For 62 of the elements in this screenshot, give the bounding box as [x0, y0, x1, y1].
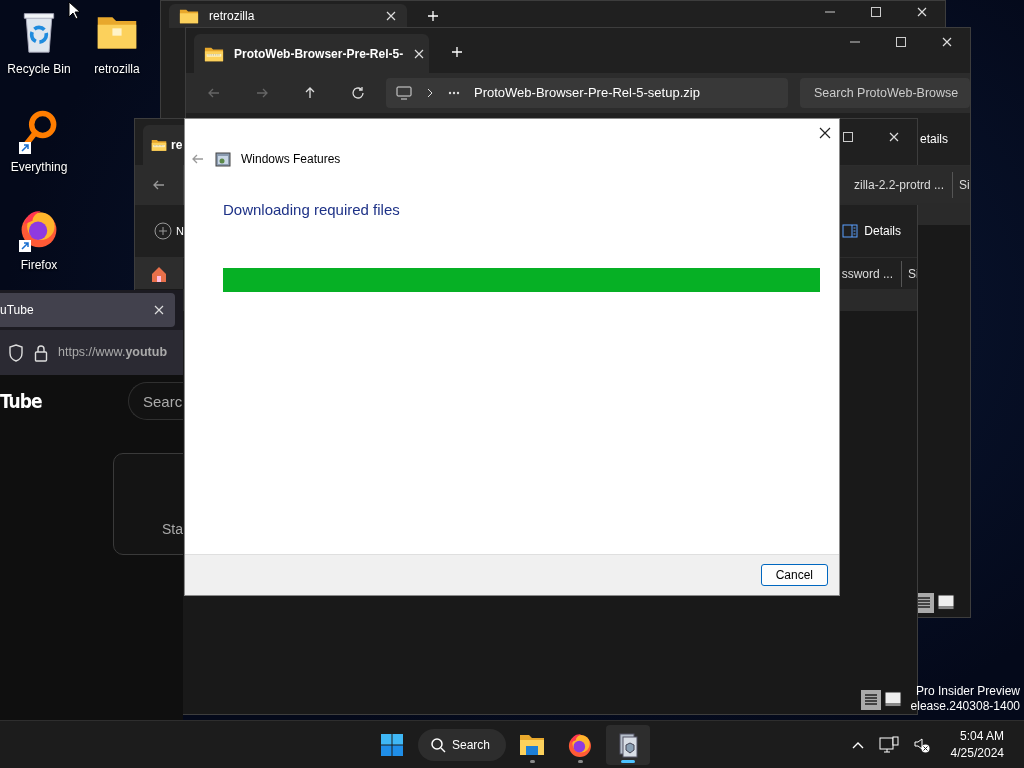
search-field[interactable]: Search ProtoWeb-Browse [800, 78, 970, 108]
column-header[interactable]: Si [901, 260, 917, 287]
window-tab[interactable]: retrozilla [169, 4, 407, 28]
maximize-icon[interactable] [895, 36, 907, 48]
folder-icon [179, 7, 199, 25]
back-arrow-icon[interactable] [207, 86, 221, 100]
search-button[interactable]: Search [418, 728, 507, 761]
close-icon[interactable] [819, 127, 831, 139]
chevron-right-icon[interactable] [426, 88, 434, 98]
details-view-icon[interactable] [861, 690, 881, 710]
up-arrow-icon[interactable] [303, 86, 317, 100]
refresh-icon[interactable] [351, 86, 365, 100]
tab-title: uTube [0, 302, 35, 319]
monitor-icon [396, 86, 412, 100]
os-build-text: Pro Insider Preview [914, 684, 1020, 699]
details-button[interactable]: Details [842, 222, 901, 240]
nav-pane-item[interactable] [135, 258, 183, 289]
tab-title: ProtoWeb-Browser-Pre-Rel-5- [234, 45, 404, 63]
window-tab[interactable]: ProtoWeb-Browser-Pre-Rel-5- [194, 34, 429, 73]
desktop-icon-label[interactable]: Everything [10, 158, 68, 176]
clock[interactable]: 5:04 AM 4/25/2024 [944, 727, 1004, 762]
card-text: Sta [162, 520, 183, 539]
lock-icon[interactable] [34, 343, 48, 362]
desktop-icon-label[interactable]: Firefox [20, 256, 58, 274]
shield-icon[interactable] [8, 343, 24, 362]
forward-arrow-icon[interactable] [255, 86, 269, 100]
start-icon[interactable] [380, 732, 404, 757]
new-tab-icon[interactable] [427, 10, 439, 22]
address-text: ProtoWeb-Browser-Pre-Rel-5-setup.zip [474, 84, 700, 103]
dialog-title: Windows Features [241, 151, 341, 168]
browser-tab[interactable]: uTube [0, 293, 175, 327]
dialog-heading: Downloading required files [223, 200, 400, 220]
tab-title: retrozilla [209, 8, 256, 25]
details-button[interactable]: etails [920, 130, 948, 148]
home-icon [150, 264, 168, 283]
os-build-text: elease.240308-1400 [910, 699, 1020, 714]
video-search-field[interactable]: Searc [128, 382, 183, 420]
address-bar[interactable]: ProtoWeb-Browser-Pre-Rel-5-setup.zip [386, 78, 788, 108]
desktop-icon-label[interactable]: Recycle Bin [7, 60, 71, 78]
details-pane-icon [842, 223, 859, 239]
network-icon[interactable] [878, 735, 899, 754]
column-header[interactable]: zilla-2.2-protrd ... [845, 175, 952, 194]
zip-folder-icon [151, 137, 167, 153]
taskbar-app[interactable] [606, 724, 651, 765]
tab-title: re [171, 137, 184, 154]
cancel-button[interactable]: Cancel [760, 564, 828, 586]
maximize-icon[interactable] [842, 131, 854, 143]
features-window-icon [215, 151, 231, 167]
search-icon [430, 736, 446, 753]
maximize-icon[interactable] [870, 6, 882, 18]
desktop-icon-label[interactable]: retrozilla [94, 60, 140, 78]
back-arrow-icon[interactable] [191, 152, 205, 166]
plus-circle-icon [154, 222, 172, 240]
mouse-pointer-icon [68, 1, 80, 20]
logo-text[interactable]: Tube [0, 387, 42, 416]
column-header[interactable]: Si [952, 171, 970, 198]
new-button[interactable]: N [154, 222, 184, 240]
more-icon[interactable] [448, 91, 460, 95]
back-arrow-icon[interactable] [152, 178, 166, 192]
close-icon[interactable] [413, 47, 426, 60]
new-tab-icon[interactable] [451, 46, 463, 58]
muted-speaker-icon[interactable] [912, 735, 931, 754]
